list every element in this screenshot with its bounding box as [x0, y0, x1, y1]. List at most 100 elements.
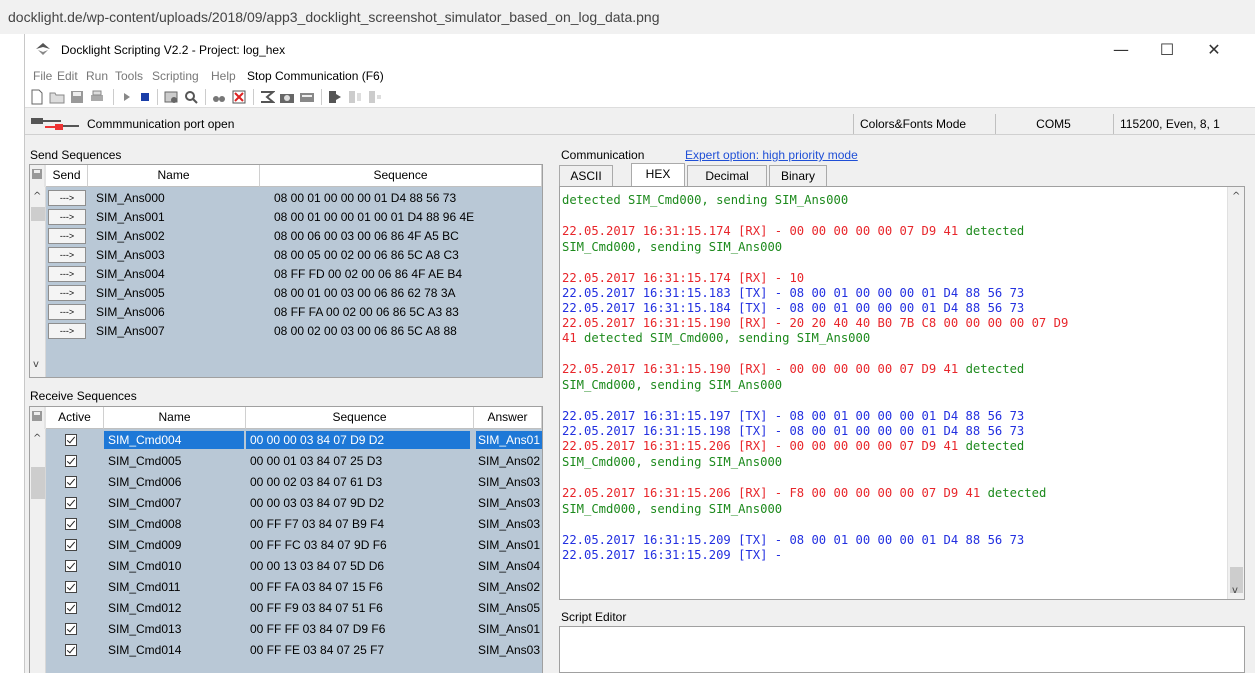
- receive-sequence-value[interactable]: 00 00 03 03 84 07 9D D2: [246, 494, 470, 512]
- send-sequence-value[interactable]: 08 00 02 00 03 00 06 86 5C A8 88: [274, 322, 540, 340]
- receive-sequence-value[interactable]: 00 FF FF 03 84 07 D9 F6: [246, 620, 470, 638]
- send-sequence-row[interactable]: ---> SIM_Ans007 08 00 02 00 03 00 06 86 5C…: [46, 322, 542, 340]
- active-checkbox[interactable]: [65, 623, 77, 635]
- receive-sequence-answer[interactable]: SIM_Ans01: [476, 536, 542, 554]
- send-sequence-row[interactable]: ---> SIM_Ans006 08 FF FA 00 02 00 06 86 5C…: [46, 303, 542, 321]
- send-sequence-row[interactable]: ---> SIM_Ans002 08 00 06 00 03 00 06 86 4F…: [46, 227, 542, 245]
- send-sequence-row[interactable]: ---> SIM_Ans003 08 00 05 00 02 00 06 86 5C…: [46, 246, 542, 264]
- receive-sequence-name[interactable]: SIM_Cmd008: [104, 515, 244, 533]
- new-file-icon[interactable]: [29, 89, 45, 105]
- active-checkbox[interactable]: [65, 602, 77, 614]
- active-checkbox[interactable]: [65, 560, 77, 572]
- script-editor[interactable]: [559, 626, 1245, 673]
- send-grid-scrollbar[interactable]: ^ v: [30, 187, 46, 377]
- receive-sequence-row[interactable]: SIM_Cmd008 00 FF F7 03 84 07 B9 F4 SIM_Ans…: [46, 515, 542, 533]
- active-checkbox[interactable]: [65, 518, 77, 530]
- menu-stop-communication[interactable]: Stop Communication (F6): [247, 69, 384, 83]
- send-sequence-name[interactable]: SIM_Ans007: [96, 322, 256, 340]
- receive-sequence-row[interactable]: SIM_Cmd012 00 FF F9 03 84 07 51 F6 SIM_Ans…: [46, 599, 542, 617]
- scroll-up-icon[interactable]: ^: [33, 191, 41, 202]
- receive-sequence-name[interactable]: SIM_Cmd014: [104, 641, 244, 659]
- receive-sequence-value[interactable]: 00 FF F9 03 84 07 51 F6: [246, 599, 470, 617]
- menu-help[interactable]: Help: [211, 69, 236, 83]
- scroll-down-icon[interactable]: v: [1232, 585, 1238, 596]
- receive-sequence-name[interactable]: SIM_Cmd007: [104, 494, 244, 512]
- menu-file[interactable]: File: [33, 69, 52, 83]
- send-sequence-button[interactable]: --->: [48, 190, 86, 206]
- receive-sequence-answer[interactable]: SIM_Ans03: [476, 641, 542, 659]
- receive-sequence-value[interactable]: 00 00 13 03 84 07 5D D6: [246, 557, 470, 575]
- active-checkbox[interactable]: [65, 455, 77, 467]
- close-button[interactable]: ✕: [1191, 34, 1237, 66]
- receive-sequence-name[interactable]: SIM_Cmd006: [104, 473, 244, 491]
- open-folder-icon[interactable]: [49, 89, 65, 105]
- send-sequence-name[interactable]: SIM_Ans005: [96, 284, 256, 302]
- send-sequence-value[interactable]: 08 00 01 00 00 00 01 D4 88 56 73: [274, 189, 540, 207]
- receive-grid-scrollbar[interactable]: ^: [30, 429, 46, 673]
- receive-sequence-value[interactable]: 00 FF F7 03 84 07 B9 F4: [246, 515, 470, 533]
- receive-sequence-answer[interactable]: SIM_Ans03: [476, 473, 542, 491]
- keyboard-icon[interactable]: [299, 89, 315, 105]
- log-icon[interactable]: [347, 89, 363, 105]
- receive-sequence-answer[interactable]: SIM_Ans03: [476, 515, 542, 533]
- script-icon[interactable]: [259, 89, 275, 105]
- send-sequence-button[interactable]: --->: [48, 304, 86, 320]
- settings-icon[interactable]: [163, 89, 179, 105]
- receive-sequence-row[interactable]: SIM_Cmd007 00 00 03 03 84 07 9D D2 SIM_Ans…: [46, 494, 542, 512]
- maximize-button[interactable]: ☐: [1144, 34, 1190, 66]
- receive-sequence-value[interactable]: 00 FF FC 03 84 07 9D F6: [246, 536, 470, 554]
- scroll-up-icon[interactable]: ^: [1232, 191, 1240, 202]
- scrollbar-thumb[interactable]: [31, 207, 45, 221]
- receive-sequence-name[interactable]: SIM_Cmd009: [104, 536, 244, 554]
- send-sequence-button[interactable]: --->: [48, 209, 86, 225]
- menu-run[interactable]: Run: [86, 69, 108, 83]
- name-column-header[interactable]: Name: [88, 165, 260, 187]
- clear-icon[interactable]: [231, 89, 247, 105]
- receive-sequence-name[interactable]: SIM_Cmd004: [104, 431, 244, 449]
- receive-sequence-row[interactable]: SIM_Cmd009 00 FF FC 03 84 07 9D F6 SIM_Ans…: [46, 536, 542, 554]
- receive-sequence-name[interactable]: SIM_Cmd010: [104, 557, 244, 575]
- receive-sequence-value[interactable]: 00 FF FA 03 84 07 15 F6: [246, 578, 470, 596]
- send-sequence-button[interactable]: --->: [48, 247, 86, 263]
- tab-ascii[interactable]: ASCII: [559, 165, 613, 186]
- scroll-down-icon[interactable]: v: [33, 359, 39, 370]
- receive-sequence-answer[interactable]: SIM_Ans03: [476, 494, 542, 512]
- menu-edit[interactable]: Edit: [57, 69, 78, 83]
- tab-binary[interactable]: Binary: [769, 165, 827, 186]
- send-sequence-name[interactable]: SIM_Ans003: [96, 246, 256, 264]
- receive-sequence-answer[interactable]: SIM_Ans01: [476, 431, 542, 449]
- receive-sequence-answer[interactable]: SIM_Ans01: [476, 620, 542, 638]
- send-sequence-value[interactable]: 08 00 01 00 00 01 00 01 D4 88 96 4E: [274, 208, 540, 226]
- receive-sequence-name[interactable]: SIM_Cmd012: [104, 599, 244, 617]
- send-sequence-value[interactable]: 08 FF FD 00 02 00 06 86 4F AE B4: [274, 265, 540, 283]
- receive-sequence-value[interactable]: 00 00 01 03 84 07 25 D3: [246, 452, 470, 470]
- save-icon[interactable]: [69, 89, 85, 105]
- send-sequence-row[interactable]: ---> SIM_Ans001 08 00 01 00 00 01 00 01 D4…: [46, 208, 542, 226]
- menu-tools[interactable]: Tools: [115, 69, 143, 83]
- active-checkbox[interactable]: [65, 644, 77, 656]
- send-sequence-name[interactable]: SIM_Ans000: [96, 189, 256, 207]
- send-sequence-button[interactable]: --->: [48, 266, 86, 282]
- send-sequence-name[interactable]: SIM_Ans004: [96, 265, 256, 283]
- log-stop-icon[interactable]: [367, 89, 383, 105]
- name-column-header[interactable]: Name: [104, 407, 246, 429]
- send-sequence-row[interactable]: ---> SIM_Ans004 08 FF FD 00 02 00 06 86 4F…: [46, 265, 542, 283]
- receive-sequence-row[interactable]: SIM_Cmd014 00 FF FE 03 84 07 25 F7 SIM_Ans…: [46, 641, 542, 659]
- send-sequence-name[interactable]: SIM_Ans006: [96, 303, 256, 321]
- receive-sequence-name[interactable]: SIM_Cmd011: [104, 578, 244, 596]
- sequence-column-header[interactable]: Sequence: [260, 165, 542, 187]
- receive-sequence-value[interactable]: 00 00 02 03 84 07 61 D3: [246, 473, 470, 491]
- log-scrollbar[interactable]: ^ v: [1227, 187, 1244, 599]
- active-checkbox[interactable]: [65, 476, 77, 488]
- answer-column-header[interactable]: Answer: [474, 407, 542, 429]
- scroll-up-icon[interactable]: ^: [33, 433, 41, 444]
- camera-icon[interactable]: [279, 89, 295, 105]
- send-sequence-button[interactable]: --->: [48, 285, 86, 301]
- receive-sequence-answer[interactable]: SIM_Ans05: [476, 599, 542, 617]
- minimize-button[interactable]: —: [1098, 34, 1144, 66]
- active-checkbox[interactable]: [65, 434, 77, 446]
- receive-sequence-row[interactable]: SIM_Cmd005 00 00 01 03 84 07 25 D3 SIM_Ans…: [46, 452, 542, 470]
- find-icon[interactable]: [183, 89, 199, 105]
- receive-sequence-answer[interactable]: SIM_Ans02: [476, 578, 542, 596]
- receive-sequence-row[interactable]: SIM_Cmd004 00 00 00 03 84 07 D9 D2 SIM_Ans…: [46, 431, 542, 449]
